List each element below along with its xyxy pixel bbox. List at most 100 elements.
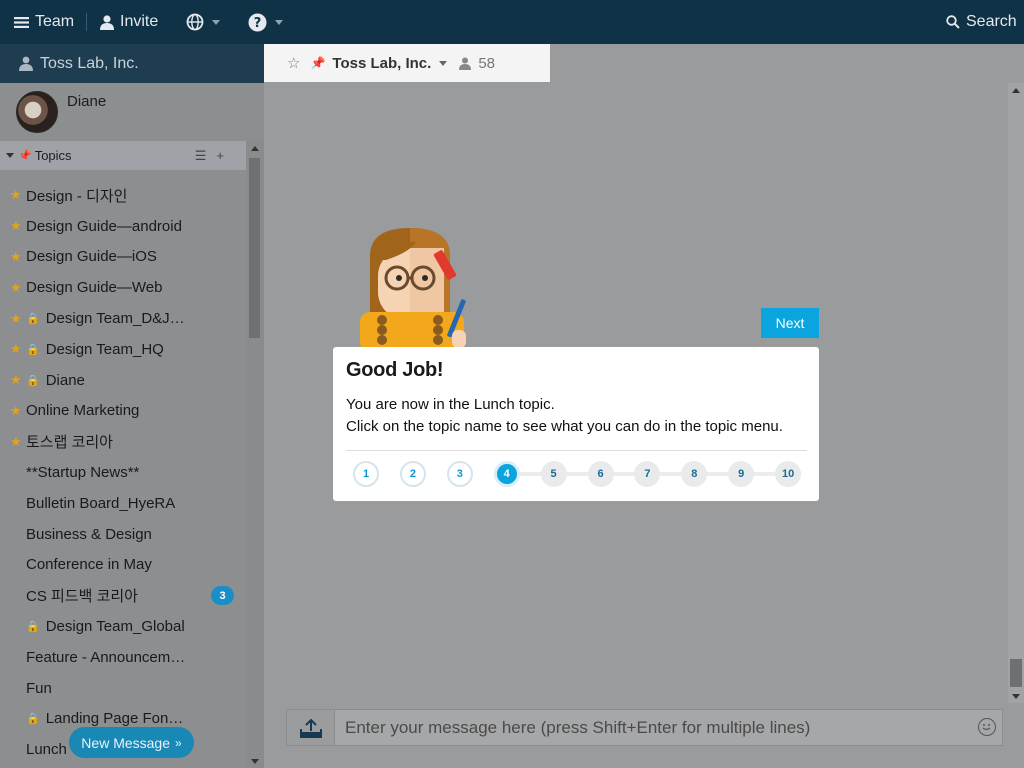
new-message-button[interactable]: New Message »: [69, 727, 194, 758]
tutorial-step: 7: [634, 461, 661, 487]
user-icon: [100, 14, 114, 30]
member-count[interactable]: 58: [478, 55, 495, 72]
star-icon: ★: [10, 248, 22, 264]
team-menu-button[interactable]: Team: [14, 0, 74, 44]
help-icon: ?: [248, 13, 267, 31]
message-composer: [286, 709, 1003, 746]
topic-tab[interactable]: ☆ 📌 Toss Lab, Inc. 58: [264, 44, 550, 82]
upload-button[interactable]: [287, 710, 335, 745]
sidebar-topic-item[interactable]: ★ 🔒 Design Team_D&J…: [0, 303, 246, 334]
invite-button[interactable]: Invite: [100, 0, 158, 44]
tutorial-text-line1: You are now in the Lunch topic.: [346, 396, 555, 413]
sidebar-topic-item[interactable]: ★ 🔒 Design Team_HQ: [0, 334, 246, 365]
team-header[interactable]: Toss Lab, Inc.: [0, 44, 264, 83]
star-icon: ★: [10, 279, 22, 295]
next-button[interactable]: Next: [761, 308, 819, 338]
sidebar: Toss Lab, Inc. Diane 📌 Topics ☰+ ★ Design…: [0, 44, 264, 768]
members-icon: [459, 57, 472, 70]
sidebar-topic-item[interactable]: ★ Design Guide—Web: [0, 272, 246, 303]
tutorial-mascot-illustration: [360, 228, 466, 348]
sidebar-topic-item[interactable]: ★ Online Marketing: [0, 396, 246, 427]
next-button-label: Next: [775, 315, 805, 331]
topic-label: Design - 디자인: [26, 187, 128, 205]
topic-label: Landing Page Fon…: [45, 710, 184, 728]
star-icon: ★: [10, 310, 22, 326]
invite-label: Invite: [120, 13, 159, 30]
sidebar-topic-item[interactable]: ★ Design - 디자인: [0, 180, 246, 211]
sidebar-topic-item[interactable]: Fun: [0, 673, 246, 704]
user-profile[interactable]: Diane: [0, 83, 264, 141]
lock-icon: 🔒: [26, 374, 40, 387]
tutorial-text-line2: Click on the topic name to see what you …: [346, 418, 783, 435]
sidebar-topic-item[interactable]: ★ Design Guide—iOS: [0, 242, 246, 273]
avatar[interactable]: [16, 91, 58, 133]
tutorial-step: 9: [728, 461, 755, 487]
sidebar-topic-item[interactable]: ★ 토스랩 코리아: [0, 426, 246, 457]
tutorial-step: 4: [493, 461, 520, 487]
message-scrollbar[interactable]: [1008, 83, 1024, 703]
sidebar-topic-item[interactable]: Conference in May: [0, 550, 246, 581]
double-chevron-down-icon: »: [175, 735, 182, 750]
tutorial-step: 8: [681, 461, 708, 487]
topic-label: Design Team_Global: [45, 618, 185, 636]
scroll-up-icon[interactable]: [1012, 88, 1020, 93]
topics-header[interactable]: 📌 Topics ☰+: [0, 141, 246, 170]
topic-list: ★ Design - 디자인 ★ Design Guide—android ★ Desig…: [0, 180, 246, 765]
sidebar-scrollbar[interactable]: [246, 141, 264, 768]
sidebar-topic-item[interactable]: **Startup News**: [0, 457, 246, 488]
sidebar-topic-item[interactable]: Business & Design: [0, 519, 246, 550]
add-topic-icon[interactable]: +: [216, 148, 234, 163]
star-icon[interactable]: ☆: [287, 54, 300, 72]
unread-badge: 3: [211, 586, 234, 606]
sidebar-topic-item[interactable]: ★ Design Guide—android: [0, 211, 246, 242]
topic-title[interactable]: Toss Lab, Inc.: [332, 55, 431, 72]
tutorial-step: 2: [399, 461, 426, 487]
tutorial-divider: [346, 450, 807, 451]
tutorial-step: 1: [353, 461, 379, 487]
topic-label: Online Marketing: [26, 402, 140, 420]
topic-label: Lunch: [26, 741, 67, 759]
topic-label: Diane: [45, 371, 85, 389]
topic-label: Feature - Announcem…: [26, 648, 186, 666]
new-message-label: New Message: [81, 734, 170, 751]
progress-fill: [366, 472, 507, 476]
chevron-down-icon: [275, 19, 283, 25]
chevron-down-icon[interactable]: [439, 60, 448, 66]
chevron-down-icon: [212, 19, 220, 25]
sidebar-scroll-thumb[interactable]: [249, 158, 260, 338]
sidebar-topic-item[interactable]: CS 피드백 코리아 3: [0, 580, 246, 611]
topic-label: CS 피드백 코리아: [26, 588, 138, 606]
topic-label: Design Guide—android: [26, 217, 182, 235]
topic-label: Design Team_HQ: [45, 340, 164, 358]
tutorial-step: 10: [775, 461, 802, 487]
topic-label: Design Guide—Web: [26, 279, 163, 297]
pin-icon: 📌: [18, 150, 32, 162]
topbar-divider: [86, 13, 87, 31]
scroll-down-icon[interactable]: [1012, 694, 1020, 699]
scroll-down-icon[interactable]: [251, 759, 259, 764]
user-name: Diane: [67, 93, 107, 110]
sidebar-topic-item[interactable]: ★ 🔒 Diane: [0, 365, 246, 396]
star-icon: ★: [10, 341, 22, 357]
hamburger-icon: [14, 16, 29, 28]
sidebar-topic-item[interactable]: 🔒 Design Team_Global: [0, 611, 246, 642]
collapse-arrow-icon[interactable]: [6, 153, 14, 158]
sidebar-topic-item[interactable]: Bulletin Board_HyeRA: [0, 488, 246, 519]
help-menu-button[interactable]: ?: [248, 0, 283, 44]
topic-label: Conference in May: [26, 556, 152, 574]
star-icon: ★: [10, 433, 22, 449]
pin-icon[interactable]: 📌: [310, 56, 325, 70]
emoji-icon[interactable]: [978, 718, 996, 736]
search-button[interactable]: Search: [946, 0, 1017, 44]
message-scroll-thumb[interactable]: [1010, 659, 1022, 687]
topic-label: Design Guide—iOS: [26, 248, 157, 266]
list-icon[interactable]: ☰: [195, 148, 217, 163]
scroll-up-icon[interactable]: [251, 146, 259, 151]
sidebar-topic-item[interactable]: Feature - Announcem…: [0, 642, 246, 673]
language-menu-button[interactable]: [186, 0, 220, 44]
upload-icon: [299, 718, 322, 738]
star-icon: ★: [10, 187, 22, 203]
topic-label: **Startup News**: [26, 464, 140, 482]
topics-header-label: Topics: [34, 148, 72, 163]
message-input[interactable]: [335, 710, 975, 745]
